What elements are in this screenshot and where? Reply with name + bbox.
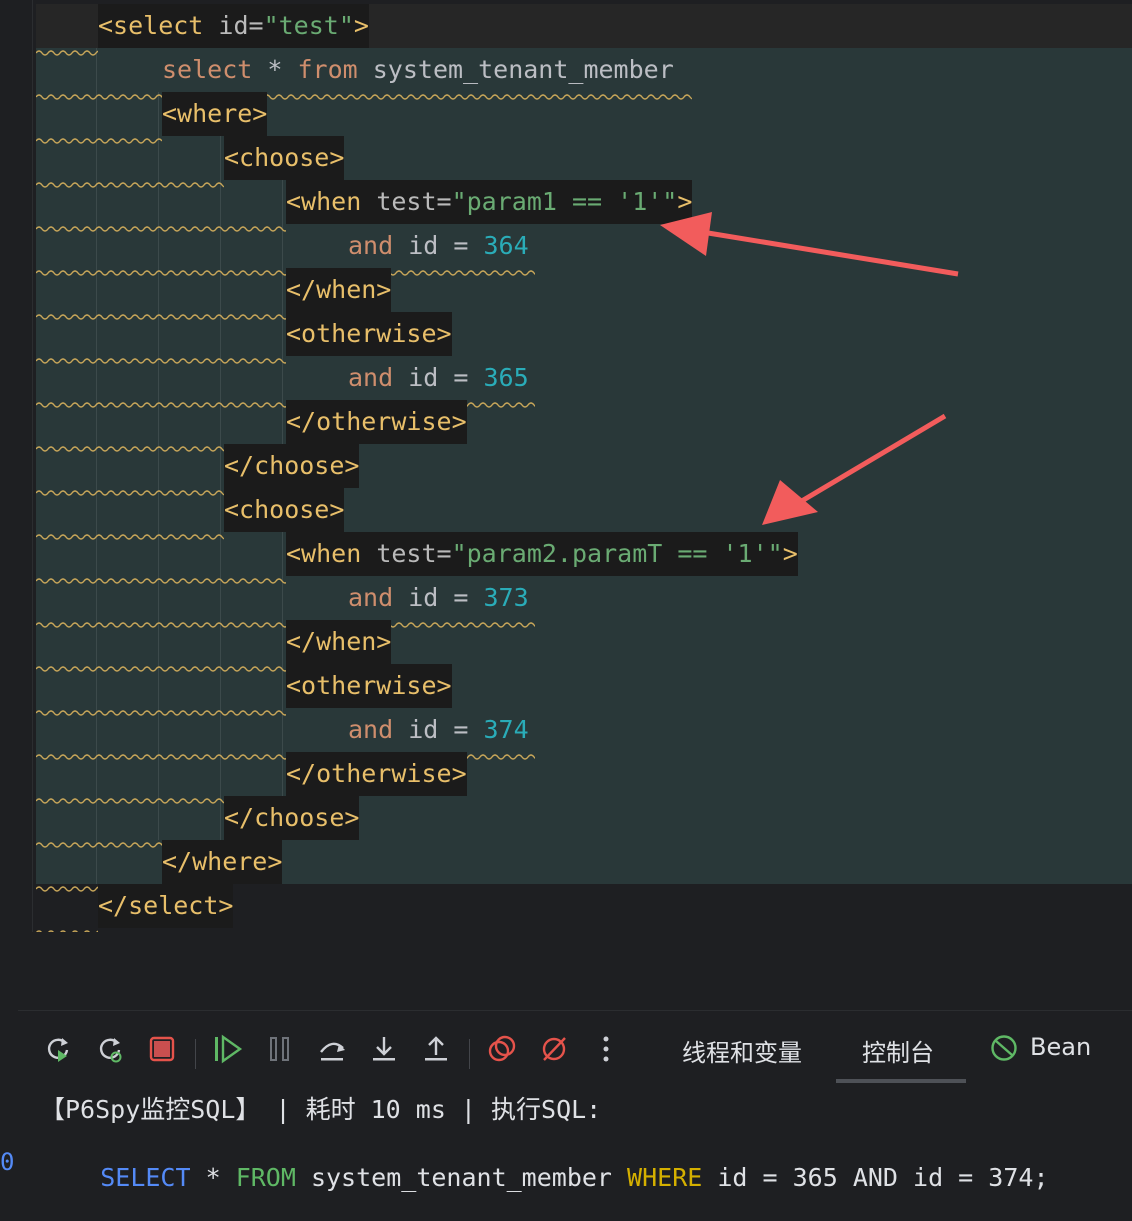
sql-table: system_tenant_member — [295, 1163, 628, 1192]
annotation-arrows — [660, 212, 959, 525]
step-out-icon[interactable] — [420, 1033, 452, 1065]
arrow-1 — [660, 212, 959, 277]
resume-icon[interactable] — [212, 1033, 244, 1065]
arrow-2 — [762, 413, 947, 525]
tab-bean[interactable]: Bean — [1030, 1033, 1091, 1061]
tab-console[interactable]: 控制台 — [862, 1033, 934, 1068]
sql-condition: id = 365 AND id = 374; — [702, 1163, 1049, 1192]
step-into-icon[interactable] — [368, 1033, 400, 1065]
rerun-icon[interactable] — [42, 1033, 74, 1065]
code-editor[interactable]: <select id="test"> select * from system_t… — [0, 0, 1132, 932]
more-options-icon[interactable] — [590, 1033, 622, 1065]
console-gutter-marker: 0 — [0, 1148, 15, 1176]
sql-keyword-where: WHERE — [627, 1163, 703, 1192]
active-tab-indicator — [836, 1079, 966, 1083]
sql-keyword-select: SELECT — [100, 1163, 191, 1192]
bean-icon — [990, 1034, 1018, 1066]
step-over-icon[interactable] — [316, 1033, 348, 1065]
pause-icon[interactable] — [264, 1033, 296, 1065]
rerun-debug-icon[interactable] — [94, 1033, 126, 1065]
sql-keyword-from: FROM — [235, 1163, 296, 1192]
mute-breakpoints-icon[interactable] — [538, 1033, 570, 1065]
console-log-line: 【P6Spy监控SQL】 | 耗时 10 ms | 执行SQL: — [40, 1095, 602, 1124]
view-breakpoints-icon[interactable] — [486, 1033, 518, 1065]
debug-toolbar: 线程和变量 控制台 Bean — [18, 1010, 1132, 1085]
sql-star: * — [190, 1163, 236, 1192]
tab-threads-variables[interactable]: 线程和变量 — [682, 1033, 802, 1068]
console-sql-line: SELECT * FROM system_tenant_member WHERE… — [40, 1134, 1049, 1221]
stop-icon[interactable] — [146, 1033, 178, 1065]
